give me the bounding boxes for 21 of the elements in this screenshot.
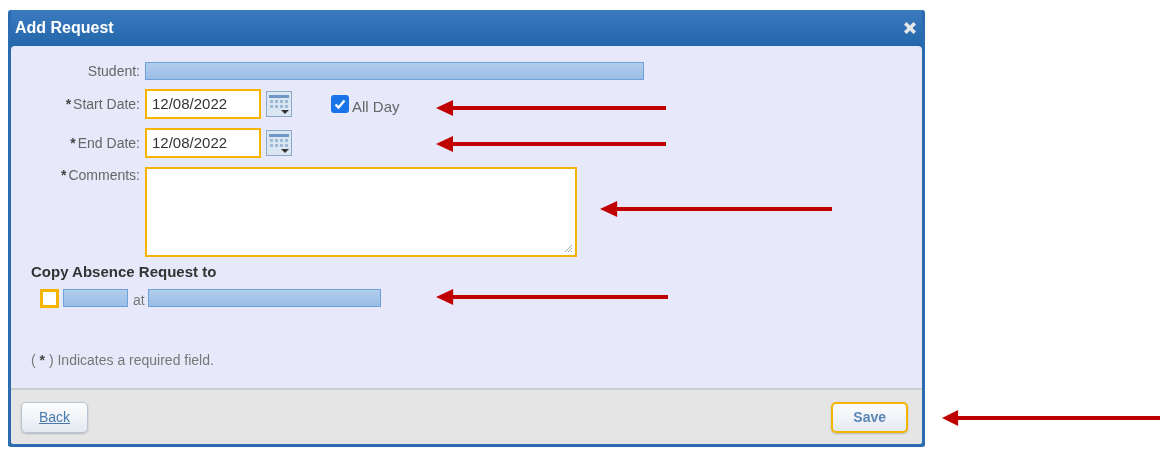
date-field[interactable]: 12/08/2022 (145, 128, 261, 158)
calendar-icon[interactable] (266, 91, 292, 117)
field-label: *Start Date: (65, 96, 140, 112)
checkbox-label: All Day (352, 97, 400, 115)
redacted-text (63, 289, 128, 307)
comments-field[interactable] (145, 167, 577, 257)
calendar-icon[interactable] (266, 130, 292, 156)
field-label: Student: (87, 63, 140, 79)
close-icon[interactable] (902, 20, 918, 36)
copy-checkbox[interactable] (40, 288, 59, 308)
back-link-button[interactable]: Back (21, 401, 89, 433)
section-heading: Copy Absence Request to (31, 263, 218, 280)
all-day-checkbox[interactable] (331, 95, 349, 113)
dialog-title: Add Request (15, 19, 114, 37)
resize-grip-icon[interactable] (564, 244, 573, 253)
field-label: *Comments: (60, 167, 140, 183)
field-label: *End Date: (70, 135, 140, 151)
save-button[interactable]: Save (831, 401, 908, 433)
date-field[interactable]: 12/08/2022 (145, 89, 261, 119)
required-field-note: ( * ) Indicates a required field. (31, 352, 215, 368)
joining-word: at (133, 292, 145, 308)
